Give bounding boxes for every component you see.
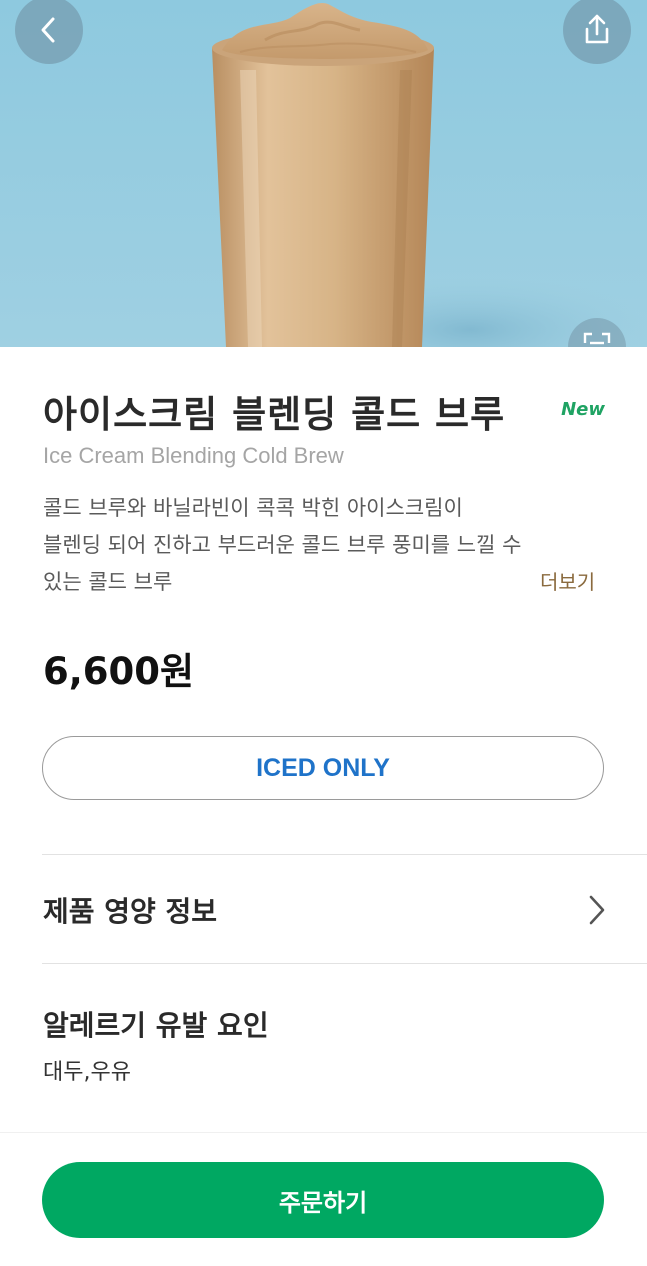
- divider: [42, 963, 647, 964]
- product-name: 아이스크림 블렌딩 콜드 브루: [43, 393, 506, 436]
- description-line: 콜드 브루와 바닐라빈이 콕콕 박힌 아이스크림이: [43, 496, 463, 520]
- expand-icon: [583, 332, 611, 345]
- chevron-left-icon: [41, 17, 55, 43]
- chevron-right-icon: [589, 895, 605, 925]
- product-description: 콜드 브루와 바닐라빈이 콕콕 박힌 아이스크림이 블렌딩 되어 진하고 부드러…: [43, 490, 605, 601]
- new-badge: New: [561, 398, 605, 420]
- allergen-value: 대두,우유: [43, 1060, 131, 1085]
- description-line: 있는 콜드 브루: [43, 570, 173, 594]
- divider: [42, 854, 647, 855]
- nutrition-title: 제품 영양 정보: [43, 895, 218, 928]
- iced-only-option[interactable]: ICED ONLY: [42, 736, 604, 800]
- more-link[interactable]: 더보기: [540, 566, 595, 595]
- description-line: 블렌딩 되어 진하고 부드러운 콜드 브루 풍미를 느낄 수: [43, 533, 522, 557]
- allergen-title: 알레르기 유발 요인: [43, 1009, 269, 1042]
- nutrition-info-row[interactable]: 제품 영양 정보: [43, 882, 608, 938]
- product-detail-page: 아이스크림 블렌딩 콜드 브루 New Ice Cream Blending C…: [0, 0, 647, 1266]
- share-icon: [585, 14, 609, 44]
- product-title-row: 아이스크림 블렌딩 콜드 브루 New: [43, 384, 605, 438]
- cold-brew-drink-image: [0, 0, 647, 347]
- order-button[interactable]: 주문하기: [42, 1162, 604, 1238]
- product-price: 6,600원: [43, 650, 195, 693]
- product-english-name: Ice Cream Blending Cold Brew: [43, 443, 344, 468]
- product-hero-image: [0, 0, 647, 347]
